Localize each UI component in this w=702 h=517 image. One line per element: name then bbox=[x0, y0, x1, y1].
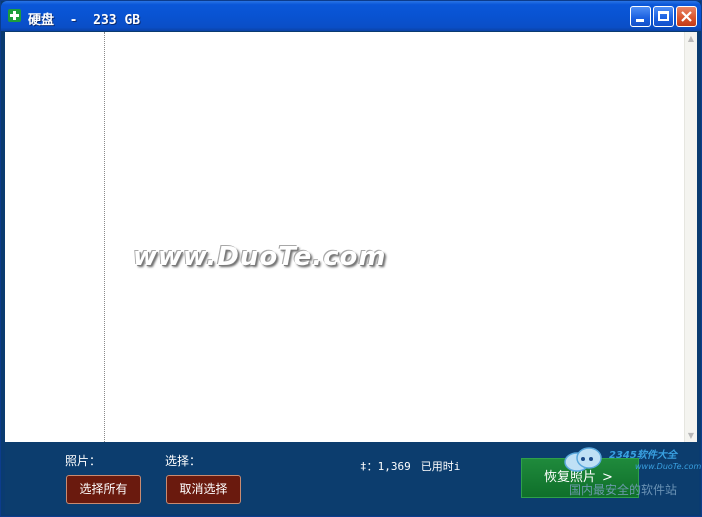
photo-grid-pane[interactable] bbox=[105, 32, 685, 442]
select-all-button[interactable]: 选择所有 bbox=[66, 475, 141, 504]
vertical-scrollbar[interactable]: ▲ ▼ bbox=[684, 32, 697, 442]
close-icon bbox=[681, 11, 692, 22]
minimize-button[interactable] bbox=[630, 6, 651, 27]
maximize-icon bbox=[658, 11, 669, 21]
watermark-text: www.DuoTe.com bbox=[133, 242, 387, 272]
footer-panel: 照片： 选择： ‡：1,369 已用时i 选择所有 取消选择 恢复照片 > 2345… bbox=[5, 442, 702, 514]
site-url: www.DuoTe.com bbox=[635, 462, 702, 471]
title-bar[interactable]: 硬盘 - 233 GB bbox=[1, 1, 701, 31]
minimize-icon bbox=[636, 19, 644, 22]
site-slogan: 国内最安全的软件站 bbox=[569, 483, 678, 497]
photos-label: 照片： bbox=[65, 454, 102, 468]
used-time-label: 已用时i bbox=[420, 460, 461, 473]
app-plus-icon bbox=[8, 9, 21, 22]
selection-label: 选择： bbox=[165, 454, 202, 468]
maximize-button[interactable] bbox=[653, 6, 674, 27]
photo-count-status: ‡：1,369 已用时i bbox=[360, 458, 460, 474]
scroll-down-arrow-icon[interactable]: ▼ bbox=[685, 429, 697, 442]
content-area: www.DuoTe.com ▲ ▼ bbox=[5, 32, 697, 442]
close-button[interactable] bbox=[676, 6, 697, 27]
cloud-logo-icon bbox=[564, 447, 602, 472]
app-window: 硬盘 - 233 GB www.DuoTe.com ▲ ▼ 照片： 选择： ‡：… bbox=[0, 0, 702, 517]
site-name: 2345软件大全 bbox=[609, 450, 677, 461]
folder-tree-pane[interactable] bbox=[5, 32, 105, 442]
deselect-button[interactable]: 取消选择 bbox=[166, 475, 241, 504]
scroll-up-arrow-icon[interactable]: ▲ bbox=[685, 32, 697, 45]
window-title: 硬盘 - 233 GB bbox=[28, 13, 141, 28]
photo-count-text: ‡：1,369 bbox=[360, 460, 411, 473]
site-logo: 2345软件大全 www.DuoTe.com bbox=[561, 444, 702, 476]
